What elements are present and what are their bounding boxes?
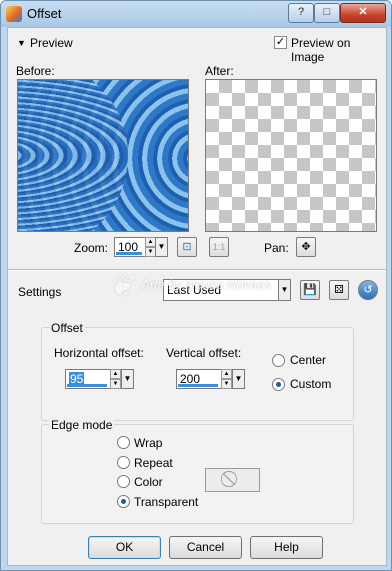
- reset-icon[interactable]: ↺: [358, 280, 378, 300]
- watermark-text: Arte by Neusa Novaes: [141, 277, 272, 292]
- pan-label: Pan:: [264, 241, 289, 255]
- horizontal-offset-underline: [67, 384, 107, 387]
- repeat-label[interactable]: Repeat: [134, 456, 173, 470]
- repeat-radio[interactable]: [117, 456, 130, 469]
- center-radio[interactable]: [272, 354, 285, 367]
- collapse-preview-icon[interactable]: ▼: [17, 38, 26, 48]
- zoom-label: Zoom:: [74, 241, 109, 255]
- settings-label: Settings: [18, 285, 62, 299]
- custom-label[interactable]: Custom: [290, 377, 331, 391]
- preview-on-image-label[interactable]: Preview on Image: [291, 36, 386, 64]
- help-button[interactable]: Help: [250, 536, 323, 559]
- edge-mode-group: [41, 424, 354, 524]
- offset-dialog: Offset ? □ ✕ ▼ Preview ✓ Preview on Imag…: [0, 0, 392, 571]
- horizontal-offset-label: Horizontal offset:: [54, 346, 144, 360]
- vertical-offset-spinner[interactable]: ▲ ▼: [221, 369, 232, 389]
- horizontal-offset-spinner[interactable]: ▲ ▼: [110, 369, 121, 389]
- center-label[interactable]: Center: [290, 353, 326, 367]
- vertical-offset-label: Vertical offset:: [166, 346, 242, 360]
- vertical-offset-underline: [178, 384, 218, 387]
- color-swatch-disabled[interactable]: ⃠: [205, 468, 260, 492]
- title-bar[interactable]: Offset ? □ ✕: [1, 1, 391, 27]
- zoom-spinner[interactable]: ▲ ▼: [145, 237, 156, 257]
- randomize-icon[interactable]: ⚄: [329, 280, 349, 300]
- vertical-offset-input[interactable]: 200: [176, 369, 222, 389]
- vertical-offset-dropdown[interactable]: ▼: [232, 369, 245, 389]
- wrap-radio[interactable]: [117, 436, 130, 449]
- transparent-label[interactable]: Transparent: [134, 495, 198, 509]
- pan-icon[interactable]: ✥: [296, 237, 316, 257]
- horizontal-offset-input[interactable]: 95: [65, 369, 111, 389]
- maximize-button[interactable]: □: [314, 3, 340, 23]
- actual-size-button[interactable]: 1:1: [209, 237, 229, 257]
- watermark-flourish: ❦: [108, 270, 134, 303]
- app-icon: [6, 6, 22, 22]
- after-label: After:: [205, 64, 234, 78]
- zoom-dropdown-button[interactable]: ▼: [155, 237, 168, 257]
- window-title: Offset: [27, 6, 62, 21]
- zoom-underline: [116, 252, 142, 255]
- offset-group-label: Offset: [49, 321, 85, 335]
- transparent-radio[interactable]: [117, 495, 130, 508]
- preview-section-label[interactable]: Preview: [30, 36, 73, 50]
- close-button[interactable]: ✕: [340, 3, 386, 23]
- color-label[interactable]: Color: [134, 475, 163, 489]
- watermark: ❦ Arte by Neusa Novaes: [96, 269, 296, 329]
- before-preview[interactable]: [17, 79, 189, 232]
- save-preset-icon[interactable]: 💾: [300, 280, 320, 300]
- cancel-button[interactable]: Cancel: [169, 536, 242, 559]
- custom-radio[interactable]: [272, 378, 285, 391]
- ok-button[interactable]: OK: [88, 536, 161, 559]
- help-title-button[interactable]: ?: [288, 3, 314, 23]
- horizontal-offset-dropdown[interactable]: ▼: [121, 369, 134, 389]
- edge-mode-group-label: Edge mode: [49, 418, 115, 432]
- after-preview[interactable]: [205, 79, 377, 232]
- wrap-label[interactable]: Wrap: [134, 436, 162, 450]
- color-radio[interactable]: [117, 475, 130, 488]
- zoom-fit-icon[interactable]: ⊡: [177, 237, 197, 257]
- preview-on-image-checkbox[interactable]: ✓: [274, 36, 287, 49]
- zoom-input[interactable]: 100: [114, 237, 146, 257]
- before-label: Before:: [16, 64, 55, 78]
